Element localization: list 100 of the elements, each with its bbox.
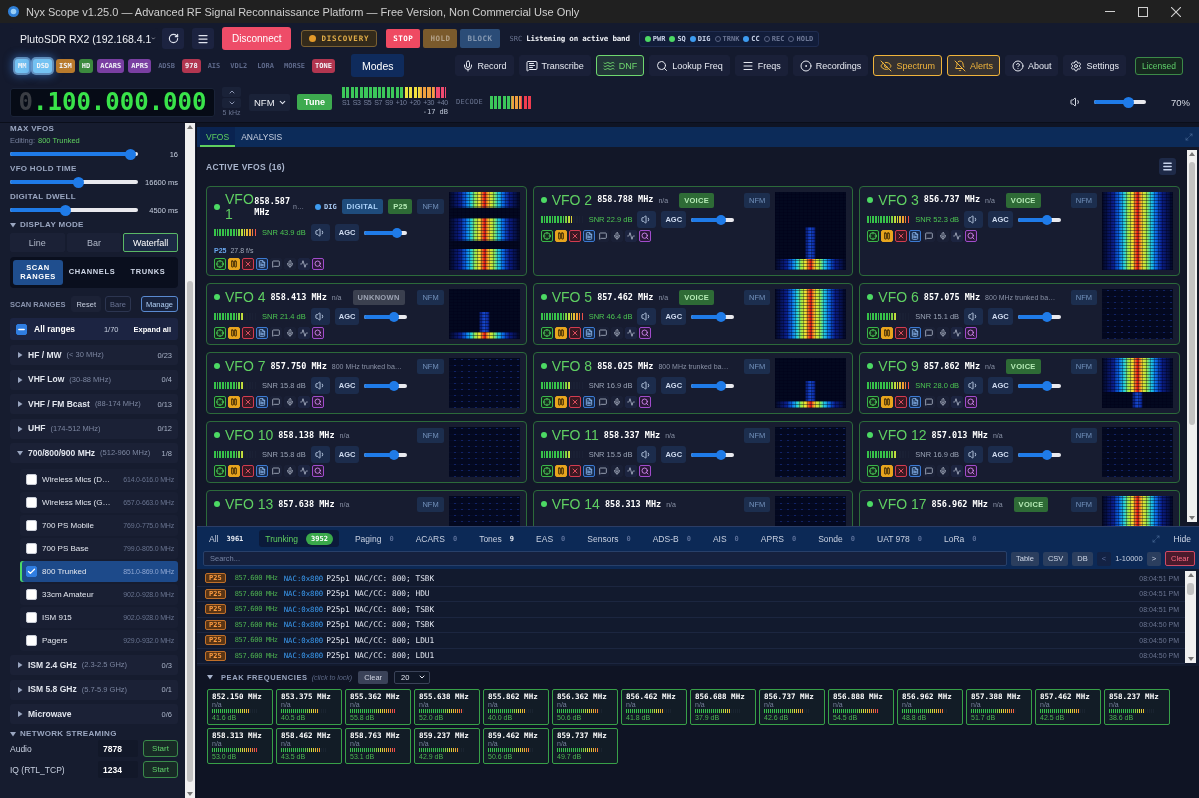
checkbox[interactable] — [26, 473, 37, 485]
search-button[interactable] — [638, 327, 651, 340]
mic-button[interactable] — [937, 465, 950, 478]
close-icon[interactable] — [1171, 6, 1181, 17]
pause-button[interactable] — [554, 327, 567, 340]
arrow-up-icon[interactable] — [187, 125, 193, 129]
search-button[interactable] — [638, 230, 651, 242]
document-button[interactable] — [582, 327, 595, 340]
about-button[interactable]: About — [1004, 55, 1059, 76]
crosshair-button[interactable] — [540, 327, 553, 340]
close-button[interactable] — [568, 327, 581, 340]
crosshair-button[interactable] — [867, 465, 880, 478]
crosshair-button[interactable] — [867, 396, 880, 409]
scroll-thumb[interactable] — [187, 280, 193, 783]
crosshair-button[interactable] — [214, 465, 226, 478]
checkbox[interactable] — [26, 542, 37, 554]
pulse-button[interactable] — [298, 396, 310, 409]
mode-select[interactable]: NFM — [249, 93, 290, 111]
message-button[interactable] — [923, 396, 936, 409]
arrow-down-icon[interactable] — [1189, 516, 1195, 520]
menu-button[interactable] — [192, 28, 214, 49]
speaker-button[interactable] — [964, 308, 984, 326]
pulse-button[interactable] — [951, 327, 964, 340]
recordings-button[interactable]: Recordings — [792, 55, 869, 76]
mic-button[interactable] — [937, 327, 950, 340]
display-mode-option[interactable]: Bar — [66, 233, 122, 252]
pause-button[interactable] — [228, 258, 240, 271]
crosshair-button[interactable] — [214, 327, 226, 340]
pulse-button[interactable] — [298, 465, 310, 478]
arrow-down-icon[interactable] — [187, 792, 193, 796]
document-button[interactable] — [256, 258, 268, 271]
spectrum-button[interactable]: Spectrum — [873, 55, 942, 76]
search-button[interactable] — [312, 258, 324, 271]
mic-button[interactable] — [284, 396, 296, 409]
message-button[interactable] — [923, 465, 936, 478]
search-button[interactable] — [965, 230, 978, 242]
speaker-button[interactable] — [637, 308, 657, 326]
pause-button[interactable] — [554, 396, 567, 409]
close-button[interactable] — [895, 465, 908, 478]
pause-button[interactable] — [228, 396, 240, 409]
message-button[interactable] — [270, 396, 282, 409]
document-button[interactable] — [909, 396, 922, 409]
slider-thumb[interactable] — [392, 227, 403, 238]
maximize-icon[interactable] — [1138, 6, 1148, 17]
pause-button[interactable] — [554, 465, 567, 478]
checkbox[interactable] — [26, 611, 37, 623]
crosshair-button[interactable] — [540, 230, 553, 242]
pulse-button[interactable] — [624, 465, 637, 478]
transcribe-button[interactable]: Transcribe — [518, 55, 591, 76]
disconnect-button[interactable]: Disconnect — [222, 27, 292, 50]
crosshair-button[interactable] — [867, 327, 880, 340]
slider-thumb[interactable] — [388, 380, 399, 391]
slider-thumb[interactable] — [1122, 96, 1134, 108]
close-button[interactable] — [895, 396, 908, 409]
volume-slider[interactable] — [1017, 449, 1061, 460]
mic-button[interactable] — [284, 327, 296, 340]
close-button[interactable] — [568, 230, 581, 242]
message-button[interactable] — [270, 465, 282, 478]
document-button[interactable] — [582, 465, 595, 478]
mic-button[interactable] — [610, 396, 623, 409]
speaker-button[interactable] — [637, 377, 657, 395]
port-field[interactable]: 1234 — [98, 761, 138, 778]
alerts-button[interactable]: Alerts — [946, 55, 1000, 76]
step-down-button[interactable] — [222, 98, 241, 108]
pause-button[interactable] — [881, 327, 894, 340]
record-button[interactable]: Record — [454, 55, 514, 76]
setting-slider[interactable] — [10, 176, 138, 188]
refresh-button[interactable] — [162, 28, 184, 49]
search-button[interactable] — [965, 327, 978, 340]
slider-thumb[interactable] — [715, 311, 726, 322]
pause-button[interactable] — [554, 230, 567, 242]
volume-slider[interactable] — [1094, 96, 1146, 108]
message-button[interactable] — [596, 396, 609, 409]
volume-slider[interactable] — [691, 214, 735, 225]
document-button[interactable] — [582, 396, 595, 409]
document-button[interactable] — [582, 230, 595, 242]
scrollbar[interactable] — [1187, 150, 1197, 522]
speaker-button[interactable] — [964, 446, 984, 464]
lookup-button[interactable]: Lookup Freq — [649, 55, 730, 76]
crosshair-button[interactable] — [214, 396, 226, 409]
pause-button[interactable] — [881, 465, 894, 478]
slider-thumb[interactable] — [1042, 380, 1053, 391]
pulse-button[interactable] — [624, 396, 637, 409]
pulse-button[interactable] — [298, 258, 310, 271]
speaker-button[interactable] — [310, 377, 330, 395]
arrow-down-icon[interactable] — [1187, 657, 1194, 661]
slider-thumb[interactable] — [1042, 449, 1053, 460]
close-button[interactable] — [568, 396, 581, 409]
message-button[interactable] — [270, 258, 282, 271]
volume-slider[interactable] — [1017, 380, 1061, 391]
slider-thumb[interactable] — [1042, 311, 1053, 322]
checkbox[interactable] — [26, 519, 37, 531]
max-vfos-slider[interactable] — [10, 148, 138, 160]
pulse-button[interactable] — [624, 230, 637, 242]
pause-button[interactable] — [881, 396, 894, 409]
crosshair-button[interactable] — [214, 258, 226, 271]
slider-thumb[interactable] — [1042, 214, 1053, 225]
search-button[interactable] — [965, 396, 978, 409]
volume-slider[interactable] — [364, 227, 408, 238]
slider-thumb[interactable] — [73, 176, 85, 188]
